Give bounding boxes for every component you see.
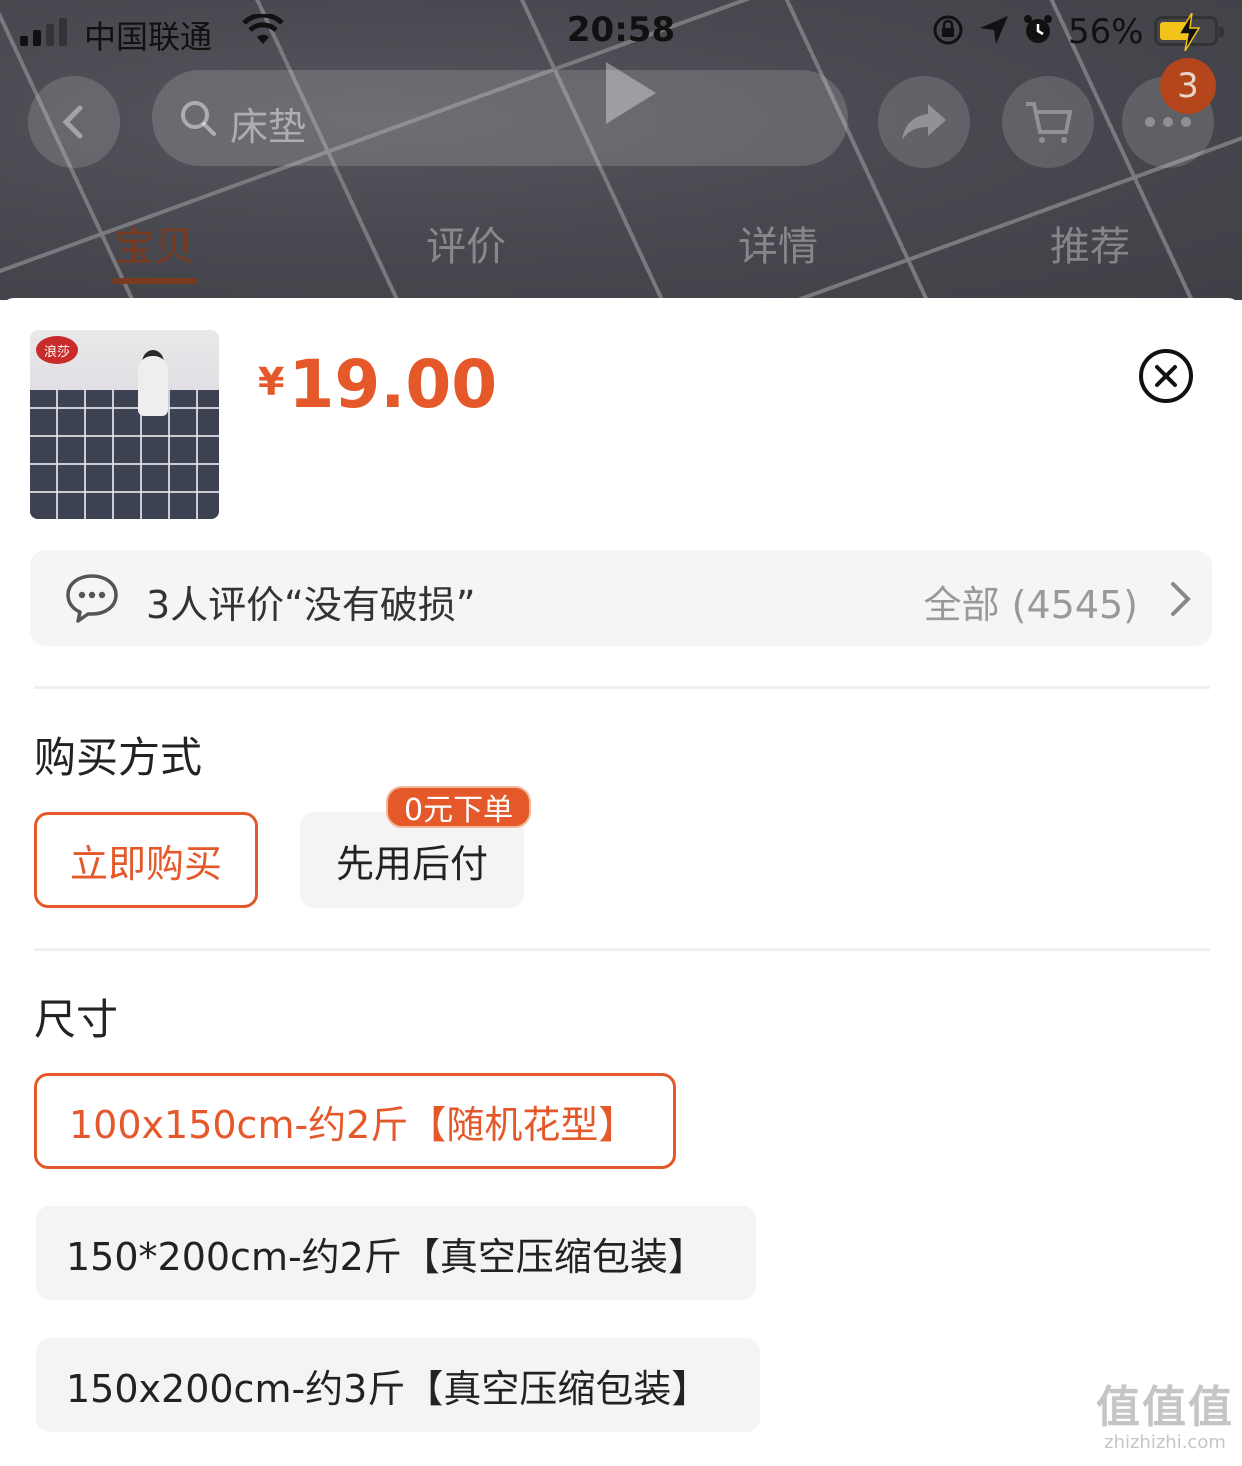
site-watermark: 值值值 zhizhizhi.com [1094, 1382, 1236, 1454]
cart-button[interactable] [1002, 76, 1094, 168]
cart-icon [1026, 102, 1073, 143]
zero-yuan-order-badge: 0元下单 [386, 786, 532, 828]
search-bar[interactable]: 床垫 [152, 70, 848, 166]
brand-logo: 浪莎 [36, 336, 78, 364]
price: ¥19.00 [258, 346, 497, 423]
divider [34, 948, 1210, 951]
orientation-lock-icon [933, 15, 963, 45]
search-placeholder: 床垫 [230, 105, 307, 149]
chevron-right-icon [1171, 582, 1191, 616]
size-option[interactable]: 150x200cm-约3斤【真空压缩包装】 [36, 1338, 760, 1432]
battery-percent: 56% [1068, 12, 1144, 52]
chat-bubble-icon [66, 574, 118, 623]
size-option-label: 100x150cm-约2斤【随机花型】 [69, 1102, 637, 1147]
charging-bolt-icon [1177, 13, 1201, 51]
size-title: 尺寸 [34, 995, 119, 1044]
background-product-page: 中国联通 20:58 56% 床垫 3 宝贝 评价 详情 推荐 [0, 0, 1242, 300]
back-icon [62, 105, 83, 139]
location-arrow-icon [980, 16, 1008, 44]
tab-baobei[interactable]: 宝贝 [114, 214, 194, 272]
play-icon[interactable] [600, 58, 660, 128]
divider [34, 686, 1210, 689]
buy-now-option[interactable]: 立即购买 [34, 812, 258, 908]
share-icon [902, 104, 946, 140]
all-reviews-link[interactable]: 全部 (4545) [924, 574, 1138, 629]
cart-badge: 3 [1160, 58, 1216, 114]
battery-icon [1154, 13, 1224, 51]
active-tab-indicator [112, 278, 198, 284]
buy-now-label: 立即购买 [69, 841, 222, 886]
clock: 20:58 [566, 10, 676, 50]
share-button[interactable] [878, 76, 970, 168]
size-option-label: 150*200cm-约2斤【真空压缩包装】 [66, 1234, 706, 1279]
search-icon [181, 101, 216, 136]
purchase-method-title: 购买方式 [34, 733, 203, 782]
tab-details[interactable]: 详情 [738, 214, 818, 272]
product-thumbnail[interactable]: 浪莎 [30, 330, 219, 519]
sku-selection-sheet: 浪莎 ¥19.00 3人评价“没有破损” 全部 (4545) 购买方式 立即购买… [0, 298, 1242, 1466]
pay-later-label: 先用后付 [335, 841, 488, 886]
tab-recommend[interactable]: 推荐 [1050, 214, 1130, 272]
size-option[interactable]: 100x150cm-约2斤【随机花型】 [34, 1073, 676, 1169]
review-highlight-text: 3人评价“没有破损” [146, 583, 476, 627]
more-icon [1145, 117, 1191, 127]
close-icon[interactable] [1138, 348, 1194, 404]
size-option[interactable]: 150*200cm-约2斤【真空压缩包装】 [36, 1206, 756, 1300]
alarm-icon [1024, 15, 1052, 43]
status-bar: 中国联通 20:58 56% [0, 0, 1242, 64]
tab-bar: 宝贝 评价 详情 推荐 [0, 214, 1242, 284]
currency-symbol: ¥ [258, 360, 285, 404]
size-option-label: 150x200cm-约3斤【真空压缩包装】 [66, 1366, 710, 1411]
watermark-glyphs: 值值值 [1096, 1382, 1234, 1433]
review-summary-bar[interactable]: 3人评价“没有破损” 全部 (4545) [30, 550, 1212, 646]
watermark-domain: zhizhizhi.com [1104, 1432, 1226, 1453]
back-button[interactable] [28, 76, 120, 168]
tab-reviews[interactable]: 评价 [426, 214, 506, 272]
price-value: 19.00 [288, 346, 498, 423]
